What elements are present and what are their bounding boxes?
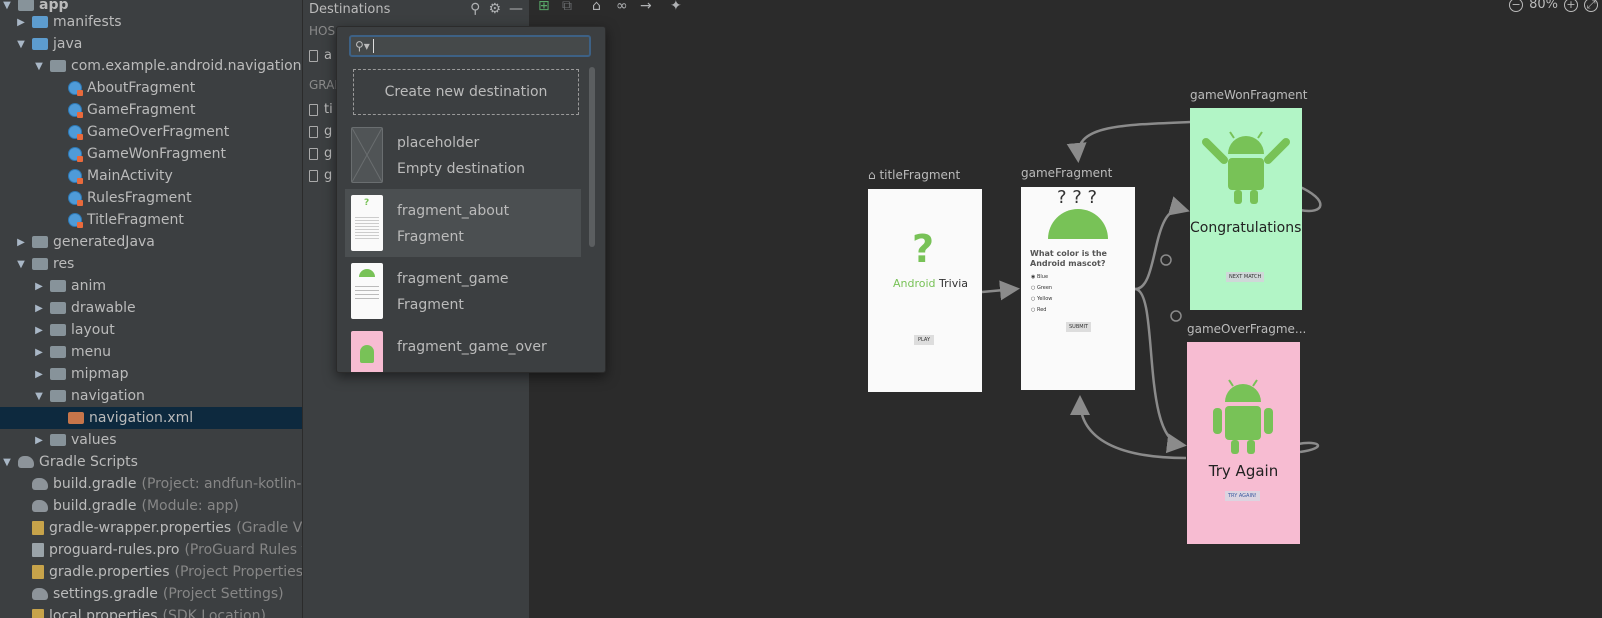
destination-name: placeholder <box>397 135 480 151</box>
android-icon <box>360 345 374 363</box>
game-over-fragment-label: gameOverFragme... <box>1187 322 1307 336</box>
placeholder-thumbnail <box>351 127 383 183</box>
action-arrow[interactable] <box>1134 196 1190 291</box>
text-cursor <box>372 39 374 53</box>
congratulations-text: Congratulations! <box>1190 220 1302 236</box>
brand-dark-text: Trivia <box>939 277 969 290</box>
question-mark-icon: ? <box>912 227 935 271</box>
action-arrow[interactable] <box>981 280 1020 301</box>
popup-scrollbar[interactable] <box>589 67 595 247</box>
game-won-fragment-label: gameWonFragment <box>1190 88 1308 102</box>
new-destination-popup: ⚲▾ Create new destination placeholder Em… <box>336 26 606 373</box>
create-label: Create new destination <box>384 84 548 100</box>
android-head-icon <box>359 269 375 277</box>
answer-option: ○ Green <box>1031 285 1053 291</box>
title-fragment-label: ⌂ titleFragment <box>868 168 961 182</box>
answer-option: ○ Yellow <box>1031 296 1053 302</box>
play-button: PLAY <box>914 335 935 345</box>
game-fragment-label: gameFragment <box>1021 166 1113 180</box>
destination-option-fragment-game[interactable]: fragment_game Fragment <box>345 257 581 325</box>
try-again-text: Try Again <box>1208 462 1279 480</box>
destination-option-fragment-about[interactable]: ? fragment_about Fragment <box>345 189 581 257</box>
destination-type: Empty destination <box>397 161 526 177</box>
android-sad-icon <box>1213 379 1273 454</box>
question-mark-icon: ? <box>364 198 370 208</box>
text-lines <box>355 283 379 301</box>
text-lines <box>355 215 379 239</box>
destination-type: Fragment <box>397 229 464 245</box>
answer-option: ○ Red <box>1031 307 1047 313</box>
fragment-game-over-thumbnail <box>351 331 383 372</box>
pop-behavior-icon <box>1170 310 1182 322</box>
option-label: Blue <box>1036 274 1049 280</box>
android-celebrating-icon <box>1202 131 1290 204</box>
android-head-icon <box>1048 209 1108 239</box>
game-fragment-preview[interactable]: ? ? ? What color is the Android mascot? … <box>1021 187 1135 390</box>
game-over-fragment-preview[interactable]: Try Again TRY AGAIN! <box>1187 342 1300 544</box>
next-match-button: NEXT MATCH <box>1226 272 1265 282</box>
destination-type: Fragment <box>397 297 464 313</box>
search-icon: ⚲▾ <box>355 39 370 53</box>
destination-name: fragment_about <box>397 203 510 219</box>
destination-option-fragment-game-over[interactable]: fragment_game_over <box>345 325 581 372</box>
option-label: Green <box>1036 285 1053 291</box>
pop-behavior-icon <box>1160 254 1172 266</box>
action-arrow[interactable] <box>1066 120 1191 163</box>
fragment-game-thumbnail <box>351 263 383 319</box>
action-arrow[interactable] <box>1070 395 1187 460</box>
app-brand: Android Trivia <box>893 277 968 290</box>
destination-search-field[interactable]: ⚲▾ <box>349 35 591 57</box>
game-won-fragment-preview[interactable]: Congratulations! NEXT MATCH <box>1190 108 1302 310</box>
fragment-name: titleFragment <box>879 168 961 182</box>
empty-destination-icon <box>352 128 382 182</box>
option-label: Red <box>1036 307 1047 313</box>
destination-name: fragment_game <box>397 271 509 287</box>
destination-option-placeholder[interactable]: placeholder Empty destination <box>345 121 581 189</box>
try-again-button: TRY AGAIN! <box>1225 491 1260 501</box>
fragment-about-thumbnail: ? <box>351 195 383 251</box>
create-new-destination-button[interactable]: Create new destination <box>353 69 579 115</box>
brand-green-text: Android <box>893 277 936 290</box>
answer-option: ◉ Blue <box>1031 274 1049 280</box>
navigation-graph-arrows <box>981 120 1322 460</box>
submit-button: SUBMIT <box>1066 322 1092 332</box>
option-label: Yellow <box>1036 296 1053 302</box>
destination-name: fragment_game_over <box>397 339 547 355</box>
question-text: What color is the Android mascot? <box>1030 249 1107 268</box>
action-arrow[interactable] <box>1134 287 1187 454</box>
title-fragment-preview[interactable]: ? Android Trivia PLAY <box>868 189 982 392</box>
question-marks: ? ? ? <box>1057 187 1098 208</box>
